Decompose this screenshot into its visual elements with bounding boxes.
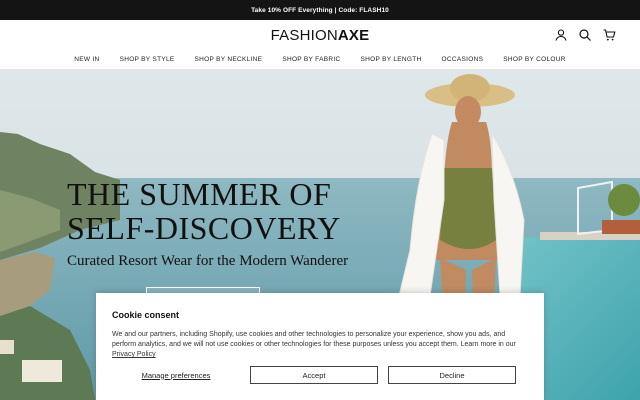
hero-subtitle: Curated Resort Wear for the Modern Wande…	[67, 253, 349, 269]
nav-shop-by-style[interactable]: SHOP BY STYLE	[120, 56, 175, 63]
cookie-body: We and our partners, including Shopify, …	[112, 330, 530, 360]
cookie-consent-dialog: Cookie consent We and our partners, incl…	[96, 293, 544, 400]
cookie-actions: Manage preferences Accept Decline	[112, 366, 516, 384]
cookie-body-text: We and our partners, including Shopify, …	[112, 331, 516, 348]
privacy-policy-link[interactable]: Privacy Policy	[112, 351, 156, 358]
hero-text: THE SUMMER OF SELF-DISCOVERY Curated Res…	[67, 177, 348, 270]
accept-button[interactable]: Accept	[250, 366, 378, 384]
logo-part-1: FASHION	[270, 26, 338, 44]
announcement-bar: Take 10% OFF Everything | Code: FLASH10	[0, 0, 640, 20]
header-icons	[554, 28, 616, 42]
nav-new-in[interactable]: NEW IN	[74, 56, 99, 63]
cart-icon[interactable]	[602, 28, 616, 42]
brand-logo[interactable]: FASHIONAXE	[271, 27, 370, 44]
nav-shop-by-fabric[interactable]: SHOP BY FABRIC	[282, 56, 340, 63]
nav-shop-by-neckline[interactable]: SHOP BY NECKLINE	[195, 56, 263, 63]
logo-part-2: AXE	[337, 26, 370, 44]
manage-preferences-link[interactable]: Manage preferences	[112, 371, 240, 380]
decline-button[interactable]: Decline	[388, 366, 516, 384]
nav-shop-by-length[interactable]: SHOP BY LENGTH	[360, 56, 421, 63]
announcement-text: Take 10% OFF Everything | Code: FLASH10	[251, 6, 389, 14]
main-nav: NEW IN SHOP BY STYLE SHOP BY NECKLINE SH…	[0, 50, 640, 70]
nav-occasions[interactable]: OCCASIONS	[442, 56, 484, 63]
nav-shop-by-colour[interactable]: SHOP BY COLOUR	[503, 56, 565, 63]
account-icon[interactable]	[554, 28, 568, 42]
hero-title-line-1: THE SUMMER OF	[67, 176, 332, 212]
hero-title-line-2: SELF-DISCOVERY	[67, 210, 341, 246]
search-icon[interactable]	[578, 28, 592, 42]
cookie-title: Cookie consent	[112, 310, 180, 320]
hero-title: THE SUMMER OF SELF-DISCOVERY	[67, 177, 348, 245]
site-header: FASHIONAXE	[0, 20, 640, 50]
